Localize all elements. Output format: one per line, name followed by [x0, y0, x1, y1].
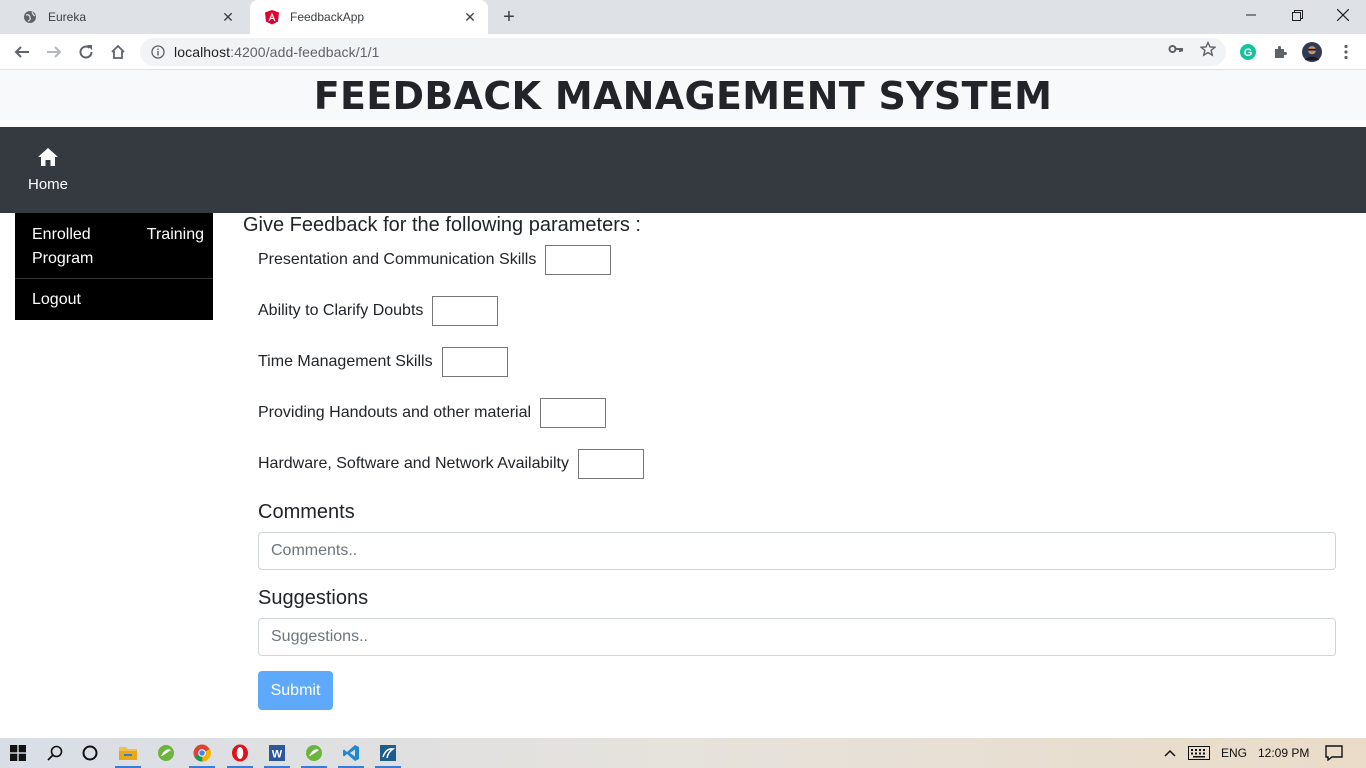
windows-taskbar: W ENG 12:09 PM: [0, 738, 1366, 768]
comments-input[interactable]: Comments..: [258, 532, 1336, 570]
clarify-doubts-rating-input[interactable]: [432, 296, 499, 326]
forward-arrow-icon[interactable]: [40, 38, 68, 66]
close-icon[interactable]: ✕: [220, 9, 236, 25]
param-label: Time Management Skills: [258, 353, 433, 370]
handouts-rating-input[interactable]: [540, 398, 607, 428]
word-icon[interactable]: W: [266, 742, 288, 764]
param-row: Time Management Skills: [258, 347, 508, 377]
globe-icon: [22, 9, 38, 25]
tab-title: Eureka: [48, 10, 87, 24]
param-label: Presentation and Communication Skills: [258, 251, 537, 268]
suggestions-input[interactable]: Suggestions..: [258, 618, 1336, 656]
sidebar-item-logout[interactable]: Logout: [15, 279, 213, 320]
house-icon: [38, 148, 58, 166]
svg-text:G: G: [1244, 47, 1253, 59]
param-row: Hardware, Software and Network Availabil…: [258, 449, 644, 479]
param-label: Hardware, Software and Network Availabil…: [258, 455, 569, 472]
comments-label: Comments: [258, 501, 355, 523]
feedback-form: Give Feedback for the following paramete…: [243, 213, 1343, 710]
param-row: Providing Handouts and other material: [258, 398, 607, 428]
home-icon[interactable]: [104, 38, 132, 66]
sidebar-item-label: Program: [32, 250, 94, 267]
tab-title: FeedbackApp: [290, 10, 365, 24]
cortana-icon[interactable]: [79, 742, 101, 764]
browser-toolbar: localhost:4200/add-feedback/1/1 G: [0, 34, 1366, 70]
star-icon[interactable]: [1200, 41, 1216, 57]
language-indicator[interactable]: ENG: [1221, 738, 1247, 768]
back-arrow-icon[interactable]: [8, 38, 36, 66]
grammarly-icon[interactable]: G: [1238, 42, 1258, 62]
show-hidden-icons-chevron-icon[interactable]: [1164, 738, 1176, 768]
sidebar-item-label: Enrolled: [32, 226, 91, 243]
search-icon[interactable]: [44, 742, 66, 764]
browser-tabstrip: Eureka ✕ FeedbackApp ✕ +: [0, 0, 1366, 34]
new-tab-icon[interactable]: +: [498, 6, 520, 28]
url-host: localhost: [174, 44, 231, 60]
tab-eureka[interactable]: Eureka ✕: [8, 0, 246, 34]
top-navbar: Home: [0, 127, 1366, 213]
notification-center-icon[interactable]: [1325, 738, 1343, 768]
windows-start-icon[interactable]: [7, 742, 29, 764]
hardware-software-rating-input[interactable]: [577, 449, 644, 479]
param-row: Ability to Clarify Doubts: [258, 296, 499, 326]
opera-icon[interactable]: [229, 742, 251, 764]
clock[interactable]: 12:09 PM: [1258, 738, 1309, 768]
close-window-icon[interactable]: [1320, 0, 1366, 30]
key-icon[interactable]: [1168, 41, 1184, 57]
tab-feedbackapp[interactable]: FeedbackApp ✕: [250, 0, 488, 34]
more-menu-icon[interactable]: [1336, 42, 1356, 62]
time-management-rating-input[interactable]: [441, 347, 508, 377]
page-header: FEEDBACK MANAGEMENT SYSTEM: [0, 70, 1366, 120]
svg-text:W: W: [272, 749, 283, 761]
url-path: :4200/add-feedback/1/1: [230, 44, 380, 60]
extensions-puzzle-icon[interactable]: [1270, 42, 1290, 62]
spring-tool-icon[interactable]: [303, 742, 325, 764]
param-label: Ability to Clarify Doubts: [258, 302, 424, 319]
restore-icon[interactable]: [1274, 0, 1320, 30]
file-explorer-icon[interactable]: [117, 742, 139, 764]
keyboard-icon[interactable]: [1188, 738, 1210, 768]
presentation-rating-input[interactable]: [545, 245, 612, 275]
mysql-workbench-icon[interactable]: [377, 742, 399, 764]
vscode-icon[interactable]: [340, 742, 362, 764]
home-label: Home: [27, 176, 68, 193]
minimize-icon[interactable]: [1228, 0, 1274, 30]
sidebar: Enrolled Training Program Logout: [15, 213, 213, 320]
spring-tool-icon[interactable]: [155, 742, 177, 764]
comments-placeholder: Comments..: [271, 542, 358, 559]
form-heading: Give Feedback for the following paramete…: [243, 214, 641, 236]
close-icon[interactable]: ✕: [462, 9, 478, 25]
reload-icon[interactable]: [72, 38, 100, 66]
home-nav-link[interactable]: Home: [26, 147, 70, 193]
sidebar-item-enrolled-training-program[interactable]: Enrolled Training Program: [15, 213, 213, 279]
sidebar-item-label-row: Enrolled Training: [32, 223, 204, 247]
info-icon[interactable]: [151, 45, 165, 59]
suggestions-label: Suggestions: [258, 587, 369, 609]
param-row: Presentation and Communication Skills: [258, 245, 612, 275]
sidebar-item-label: Training: [146, 226, 204, 243]
submit-button[interactable]: Submit: [258, 671, 333, 710]
url-text: localhost:4200/add-feedback/1/1: [174, 44, 379, 60]
page-title: FEEDBACK MANAGEMENT SYSTEM: [313, 74, 1053, 118]
suggestions-placeholder: Suggestions..: [271, 628, 368, 645]
address-bar[interactable]: localhost:4200/add-feedback/1/1: [140, 38, 1226, 66]
chrome-icon[interactable]: [191, 742, 213, 764]
angular-icon: [264, 9, 280, 25]
profile-avatar[interactable]: [1302, 42, 1322, 62]
param-label: Providing Handouts and other material: [258, 404, 532, 421]
